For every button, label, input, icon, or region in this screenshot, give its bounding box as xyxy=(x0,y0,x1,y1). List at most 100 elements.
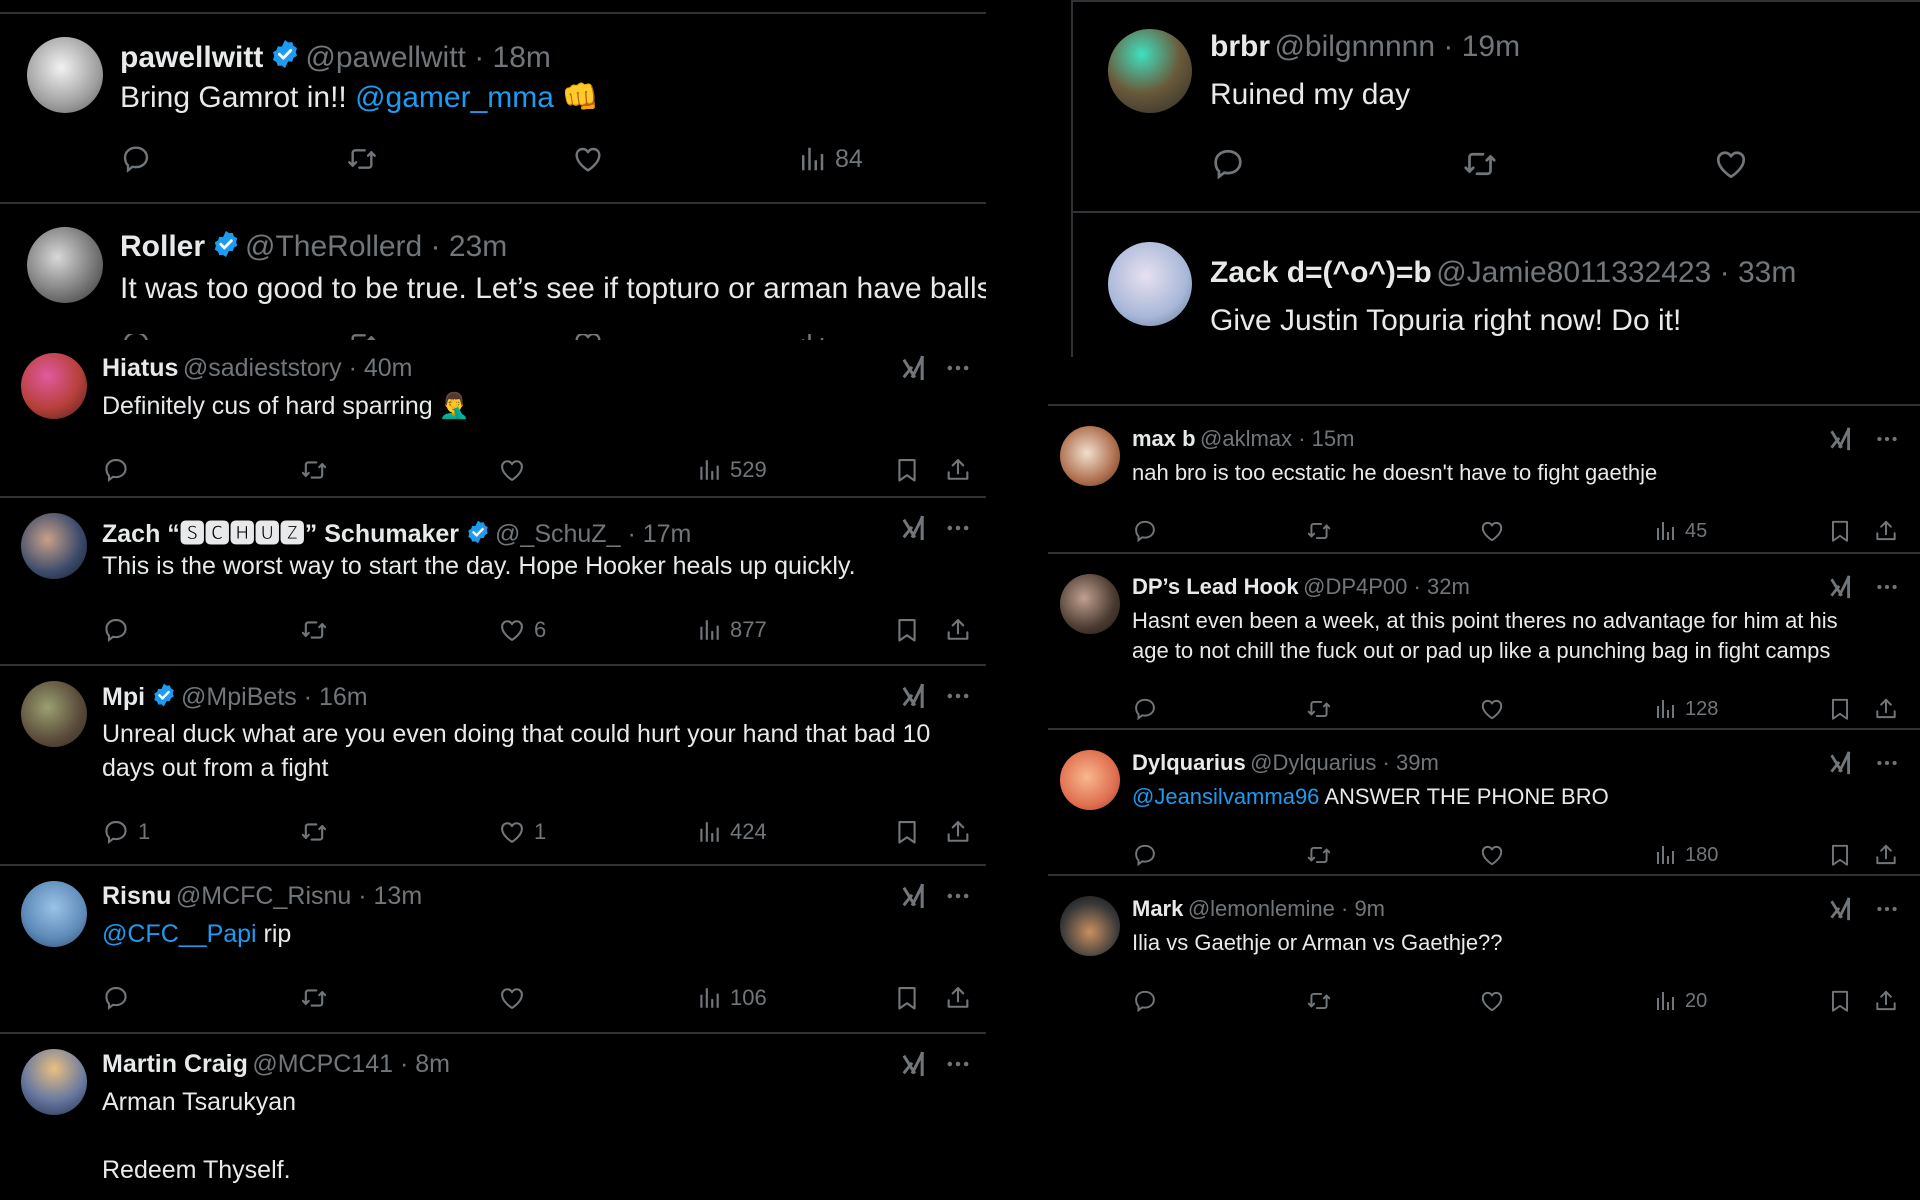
grok-button[interactable] xyxy=(1828,750,1854,776)
user-handle[interactable]: @TheRollerd xyxy=(245,230,422,263)
share-button[interactable] xyxy=(1873,988,1899,1014)
views-button[interactable]: 45 xyxy=(1653,519,1707,543)
mention-link[interactable]: @gamer_mma xyxy=(355,81,554,114)
timestamp[interactable]: 9m xyxy=(1354,896,1385,921)
grok-button[interactable] xyxy=(900,1050,928,1078)
avatar[interactable] xyxy=(21,353,87,419)
tweet[interactable]: Hiatus @sadieststory · 40m Definitely cus… xyxy=(0,340,986,498)
views-button[interactable]: 128 xyxy=(1653,697,1718,721)
more-button[interactable] xyxy=(1874,896,1900,922)
repost-button[interactable] xyxy=(1306,988,1332,1014)
grok-button[interactable] xyxy=(900,882,928,910)
display-name[interactable]: Dylquarius xyxy=(1132,750,1246,775)
repost-button[interactable] xyxy=(346,143,378,175)
repost-button[interactable] xyxy=(1306,842,1332,868)
display-name[interactable]: Mpi xyxy=(102,683,145,711)
timestamp[interactable]: 19m xyxy=(1462,30,1520,63)
user-handle[interactable]: @_SchuZ_ xyxy=(495,520,620,548)
timestamp[interactable]: 16m xyxy=(319,683,368,711)
views-button[interactable]: 106 xyxy=(696,985,767,1011)
grok-button[interactable] xyxy=(1828,896,1854,922)
tweet[interactable]: max b @aklmax · 15m nah bro is too ecstat… xyxy=(1048,406,1920,554)
grok-button[interactable] xyxy=(1828,574,1854,600)
user-handle[interactable]: @DP4P00 xyxy=(1303,574,1407,599)
user-handle[interactable]: @aklmax xyxy=(1200,426,1292,451)
avatar[interactable] xyxy=(21,681,87,747)
share-button[interactable] xyxy=(1873,696,1899,722)
display-name[interactable]: DP’s Lead Hook xyxy=(1132,574,1299,599)
avatar[interactable] xyxy=(27,227,103,303)
avatar[interactable] xyxy=(21,513,87,579)
reply-button[interactable] xyxy=(102,616,130,644)
share-button[interactable] xyxy=(944,616,972,644)
share-button[interactable] xyxy=(1873,842,1899,868)
reply-button[interactable] xyxy=(120,143,152,175)
like-button[interactable] xyxy=(572,143,604,175)
tweet[interactable]: Zach “🆂🅲🅷🆄🆉” Schumaker @_SchuZ_ · 17m This… xyxy=(0,500,986,666)
user-handle[interactable]: @MCPC141 xyxy=(252,1050,393,1078)
bookmark-button[interactable] xyxy=(1827,988,1853,1014)
timestamp[interactable]: 39m xyxy=(1396,750,1439,775)
timestamp[interactable]: 18m xyxy=(493,41,551,74)
avatar[interactable] xyxy=(21,881,87,947)
bookmark-button[interactable] xyxy=(1827,842,1853,868)
display-name[interactable]: pawellwitt xyxy=(120,41,263,74)
like-button[interactable]: 1 xyxy=(498,818,546,846)
tweet[interactable]: DP’s Lead Hook @DP4P00 · 32m Hasnt even b… xyxy=(1048,554,1920,730)
avatar[interactable] xyxy=(21,1049,87,1115)
reply-button[interactable] xyxy=(1132,518,1158,544)
bookmark-button[interactable] xyxy=(1827,518,1853,544)
display-name[interactable]: Risnu xyxy=(102,882,171,910)
like-button[interactable] xyxy=(498,456,526,484)
views-button[interactable]: 424 xyxy=(696,819,767,845)
tweet[interactable]: Martin Craig @MCPC141 · 8m Arman Tsarukya… xyxy=(0,1036,986,1200)
avatar[interactable] xyxy=(1060,574,1120,634)
more-button[interactable] xyxy=(944,354,972,382)
avatar[interactable] xyxy=(1060,426,1120,486)
repost-button[interactable] xyxy=(300,616,328,644)
grok-button[interactable] xyxy=(900,682,928,710)
user-handle[interactable]: @MCFC_Risnu xyxy=(176,882,351,910)
timestamp[interactable]: 13m xyxy=(374,882,423,910)
reply-button[interactable] xyxy=(1132,988,1158,1014)
views-button[interactable]: 180 xyxy=(1653,843,1718,867)
tweet[interactable]: Roller @TheRollerd · 23m It was too good t… xyxy=(0,204,986,340)
more-button[interactable] xyxy=(944,514,972,542)
repost-button[interactable] xyxy=(1306,696,1332,722)
user-handle[interactable]: @MpiBets xyxy=(181,683,297,711)
user-handle[interactable]: @sadieststory xyxy=(183,354,342,382)
bookmark-button[interactable] xyxy=(893,616,921,644)
tweet[interactable]: brbr @bilgnnnnn · 19m Ruined my day xyxy=(1073,0,1920,213)
tweet[interactable]: Zack d=(^o^)=b @Jamie8011332423 · 33m Giv… xyxy=(1073,214,1920,357)
timestamp[interactable]: 33m xyxy=(1738,256,1796,289)
display-name[interactable]: Zach “🆂🅲🅷🆄🆉” Schumaker xyxy=(102,520,459,548)
display-name[interactable]: Mark xyxy=(1132,896,1183,921)
timestamp[interactable]: 32m xyxy=(1427,574,1470,599)
display-name[interactable]: Martin Craig xyxy=(102,1050,248,1078)
timestamp[interactable]: 8m xyxy=(415,1050,450,1078)
like-button[interactable] xyxy=(1713,146,1749,182)
more-button[interactable] xyxy=(1874,750,1900,776)
grok-button[interactable] xyxy=(1828,426,1854,452)
like-button[interactable] xyxy=(1479,842,1505,868)
tweet[interactable]: Mpi @MpiBets · 16m Unreal duck what are yo… xyxy=(0,668,986,866)
more-button[interactable] xyxy=(1874,426,1900,452)
like-button[interactable]: 6 xyxy=(498,616,546,644)
tweet[interactable]: pawellwitt @pawellwitt · 18m Bring Gamrot … xyxy=(0,0,986,200)
reply-button[interactable] xyxy=(102,984,130,1012)
mention-link[interactable]: @CFC__Papi xyxy=(102,920,257,948)
user-handle[interactable]: @lemonlemine xyxy=(1188,896,1335,921)
bookmark-button[interactable] xyxy=(1827,696,1853,722)
display-name[interactable]: Zack d=(^o^)=b xyxy=(1210,256,1432,289)
repost-button[interactable] xyxy=(300,984,328,1012)
mention-link[interactable]: @Jeansilvamma96 xyxy=(1132,784,1319,809)
more-button[interactable] xyxy=(944,1050,972,1078)
share-button[interactable] xyxy=(944,818,972,846)
avatar[interactable] xyxy=(1108,242,1192,326)
reply-button[interactable] xyxy=(1132,842,1158,868)
timestamp[interactable]: 23m xyxy=(449,230,507,263)
repost-button[interactable] xyxy=(1462,146,1498,182)
share-button[interactable] xyxy=(944,456,972,484)
user-handle[interactable]: @Jamie8011332423 xyxy=(1436,256,1711,289)
avatar[interactable] xyxy=(27,37,103,113)
